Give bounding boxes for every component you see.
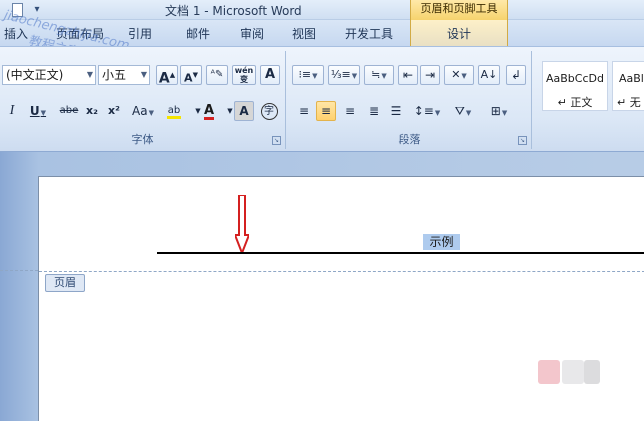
document-page[interactable]: 示例 页眉 bbox=[38, 176, 644, 421]
justify-icon[interactable]: ≣ bbox=[364, 101, 384, 121]
font-color-button[interactable]: A bbox=[198, 101, 220, 121]
line-spacing-icon[interactable]: ↕≡▼ bbox=[412, 101, 442, 121]
paragraph-group-label: 段落 bbox=[398, 133, 421, 146]
multilevel-list-icon[interactable]: ≒▼ bbox=[364, 65, 394, 85]
chinese-layout-icon[interactable]: ✕▼ bbox=[444, 65, 474, 85]
distributed-icon[interactable]: ☰ bbox=[386, 101, 406, 121]
ribbon-tabs: 插入 页面布局 引用 邮件 审阅 视图 开发工具 设计 bbox=[0, 20, 644, 46]
style-sample: AaBl bbox=[619, 72, 644, 85]
tab-review[interactable]: 审阅 bbox=[240, 25, 264, 42]
ribbon: (中文正文) ▼ 小五 ▼ A▲ A▼ ᴬ✎ wén 变 A I U▼ abe x… bbox=[0, 46, 644, 152]
styles-group: AaBbCcDd ↵ 正文 AaBl ↵ 无 bbox=[536, 51, 644, 149]
font-size-combo[interactable]: 小五 ▼ bbox=[98, 65, 150, 85]
tab-view[interactable]: 视图 bbox=[292, 25, 316, 42]
increase-indent-icon[interactable]: ⇥ bbox=[420, 65, 440, 85]
paragraph-dialog-launcher-icon[interactable]: ↘ bbox=[518, 136, 527, 145]
tab-design[interactable]: 设计 bbox=[447, 25, 471, 42]
context-tool-title: 页眉和页脚工具 bbox=[410, 0, 508, 20]
window-title: 文档 1 - Microsoft Word bbox=[165, 4, 302, 18]
tab-mailings[interactable]: 邮件 bbox=[186, 25, 210, 42]
tab-page-layout[interactable]: 页面布局 bbox=[56, 25, 104, 42]
document-area: 示例 页眉 bbox=[0, 152, 644, 421]
italic-button[interactable]: I bbox=[2, 101, 22, 121]
header-boundary-line bbox=[0, 270, 38, 271]
subscript-button[interactable]: x₂ bbox=[82, 101, 102, 121]
superscript-button[interactable]: x² bbox=[104, 101, 124, 121]
phonetic-guide-icon[interactable]: wén 变 bbox=[232, 65, 256, 85]
sort-icon[interactable]: A↓ bbox=[478, 65, 500, 85]
char-border-icon[interactable]: A bbox=[260, 65, 280, 85]
enclose-characters-icon[interactable]: 字 bbox=[258, 101, 280, 121]
header-boundary-line bbox=[39, 271, 644, 272]
style-name: ↵ 正文 bbox=[557, 96, 593, 109]
underline-button[interactable]: U▼ bbox=[22, 101, 54, 121]
header-text[interactable]: 示例 bbox=[423, 234, 460, 250]
font-size-value: 小五 bbox=[102, 68, 127, 82]
style-name: ↵ 无 bbox=[617, 96, 641, 109]
header-tag: 页眉 bbox=[45, 274, 85, 292]
align-right-icon[interactable]: ≡ bbox=[340, 101, 360, 121]
align-center-icon[interactable]: ≡ bbox=[316, 101, 336, 121]
font-name-value: (中文正文) bbox=[6, 68, 64, 82]
bullets-icon[interactable]: ⁝≡▼ bbox=[292, 65, 324, 85]
highlight-button[interactable]: ab bbox=[162, 101, 186, 121]
font-dialog-launcher-icon[interactable]: ↘ bbox=[272, 136, 281, 145]
grow-font-icon[interactable]: A▲ bbox=[156, 65, 178, 87]
tab-references[interactable]: 引用 bbox=[128, 25, 152, 42]
customize-chevron-icon[interactable]: ▾ bbox=[30, 2, 44, 18]
font-group-label: 字体 bbox=[131, 133, 154, 146]
logo-watermark bbox=[500, 360, 600, 384]
title-bar: ▾ 文档 1 - Microsoft Word 页眉和页脚工具 bbox=[0, 0, 644, 20]
char-shading-icon[interactable]: A bbox=[234, 101, 254, 121]
font-name-combo[interactable]: (中文正文) ▼ bbox=[2, 65, 96, 85]
style-sample: AaBbCcDd bbox=[546, 72, 604, 85]
paragraph-group: ⁝≡▼ ⅓≡▼ ≒▼ ⇤ ⇥ ✕▼ A↓ ↲ ≡ ≡ ≡ ≣ ☰ ↕≡▼ ⛛▼ … bbox=[288, 51, 532, 149]
shading-icon[interactable]: ⛛▼ bbox=[448, 101, 478, 121]
decrease-indent-icon[interactable]: ⇤ bbox=[398, 65, 418, 85]
font-group: (中文正文) ▼ 小五 ▼ A▲ A▼ ᴬ✎ wén 变 A I U▼ abe x… bbox=[0, 51, 286, 149]
dropdown-arrow-icon: ▼ bbox=[140, 70, 147, 79]
change-case-button[interactable]: Aa▼ bbox=[128, 101, 158, 121]
style-no-spacing[interactable]: AaBl ↵ 无 bbox=[612, 61, 644, 111]
show-marks-icon[interactable]: ↲ bbox=[506, 65, 526, 85]
tab-insert[interactable]: 插入 bbox=[4, 25, 28, 42]
quick-access-toolbar: ▾ bbox=[8, 2, 52, 18]
clear-format-icon[interactable]: ᴬ✎ bbox=[206, 65, 228, 85]
borders-icon[interactable]: ⊞▼ bbox=[484, 101, 514, 121]
shrink-font-icon[interactable]: A▼ bbox=[180, 65, 202, 85]
numbering-icon[interactable]: ⅓≡▼ bbox=[328, 65, 360, 85]
style-normal[interactable]: AaBbCcDd ↵ 正文 bbox=[542, 61, 608, 111]
align-left-icon[interactable]: ≡ bbox=[294, 101, 314, 121]
tab-developer[interactable]: 开发工具 bbox=[345, 25, 393, 42]
strikethrough-button[interactable]: abe bbox=[58, 101, 80, 121]
header-underline bbox=[157, 252, 644, 254]
dropdown-arrow-icon: ▼ bbox=[86, 70, 93, 79]
document-icon[interactable] bbox=[12, 3, 23, 17]
red-arrow-icon bbox=[235, 195, 249, 253]
